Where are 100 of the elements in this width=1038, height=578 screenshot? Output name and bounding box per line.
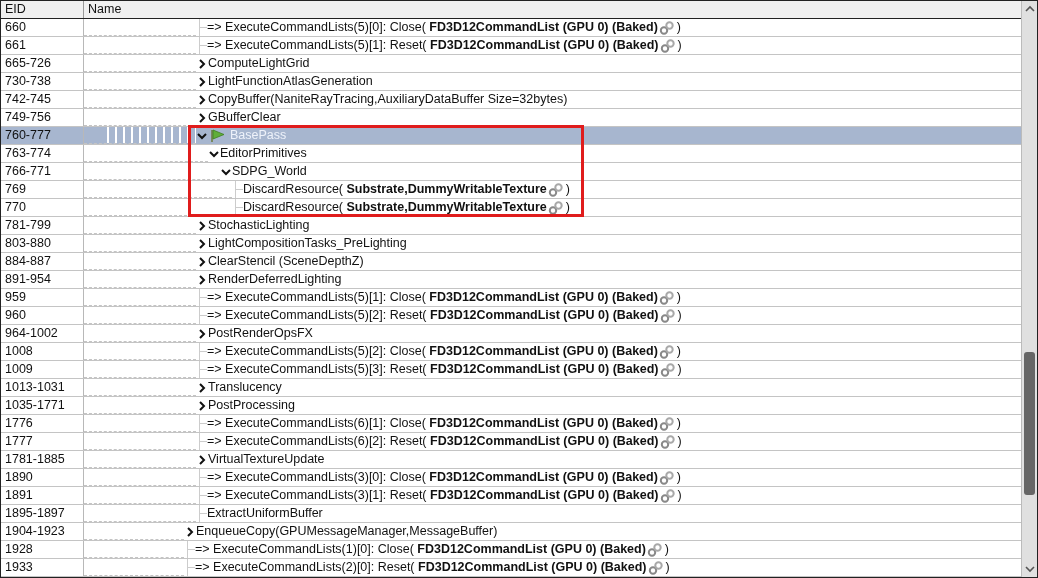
chain-link-icon[interactable]	[658, 416, 675, 431]
closing-paren: )	[676, 415, 681, 432]
chain-link-icon[interactable]	[658, 20, 675, 35]
tree-row[interactable]: 769 DiscardResource( Substrate,DummyWritableTexture )	[1, 181, 1021, 199]
chain-link-icon[interactable]	[658, 290, 675, 305]
closing-paren: )	[676, 343, 681, 360]
chevron-right-icon[interactable]	[196, 327, 208, 340]
scrollbar[interactable]	[1021, 1, 1037, 577]
tree-row[interactable]: 803-880 LightCompositionTasks_PreLighting	[1, 235, 1021, 253]
event-name: StochasticLighting	[208, 217, 310, 234]
tree-row[interactable]: 1904-1923 EnqueueCopy(GPUMessageManager,MessageBuffer)	[1, 523, 1021, 541]
chevron-right-icon[interactable]	[196, 453, 208, 466]
tree-row[interactable]: 891-954 RenderDeferredLighting	[1, 271, 1021, 289]
event-name: SDPG_World	[232, 163, 307, 180]
tree-row[interactable]: 1777 => ExecuteCommandLists(6)[2]: Reset( FD3D12CommandList (GPU 0) (Baked) )	[1, 433, 1021, 451]
event-name: CopyBuffer(NaniteRayTracing,AuxiliaryDataBuffer Size=32bytes)	[208, 91, 568, 108]
chain-link-icon[interactable]	[659, 488, 676, 503]
chain-link-icon[interactable]	[658, 344, 675, 359]
chain-link-icon[interactable]	[547, 200, 564, 215]
closing-paren: )	[677, 37, 682, 54]
column-header[interactable]: EID	[1, 1, 84, 18]
event-name: VirtualTextureUpdate	[208, 451, 325, 468]
chain-link-icon[interactable]	[658, 470, 675, 485]
event-name: PostProcessing	[208, 397, 295, 414]
event-name: => ExecuteCommandLists(5)[1]: Close( FD3D12CommandList (GPU 0) (Baked)	[207, 289, 658, 306]
column-header[interactable]: Name	[84, 1, 1021, 18]
chevron-right-icon[interactable]	[196, 273, 208, 286]
event-name: => ExecuteCommandLists(6)[1]: Close( FD3D12CommandList (GPU 0) (Baked)	[207, 415, 658, 432]
tree-row[interactable]: 1035-1771 PostProcessing	[1, 397, 1021, 415]
tree-row[interactable]: 1890 => ExecuteCommandLists(3)[0]: Close( FD3D12CommandList (GPU 0) (Baked) )	[1, 469, 1021, 487]
tree-row[interactable]: 1933 => ExecuteCommandLists(2)[0]: Reset( FD3D12CommandList (GPU 0) (Baked) )	[1, 559, 1021, 577]
tree-row[interactable]: 959 => ExecuteCommandLists(5)[1]: Close( FD3D12CommandList (GPU 0) (Baked) )	[1, 289, 1021, 307]
tree-row[interactable]: 1891 => ExecuteCommandLists(3)[1]: Reset( FD3D12CommandList (GPU 0) (Baked) )	[1, 487, 1021, 505]
chevron-right-icon[interactable]	[196, 255, 208, 268]
chevron-right-icon[interactable]	[196, 399, 208, 412]
event-name: => ExecuteCommandLists(6)[2]: Reset( FD3D12CommandList (GPU 0) (Baked)	[207, 433, 659, 450]
closing-paren: )	[665, 559, 670, 576]
event-name: DiscardResource( Substrate,DummyWritableTexture	[243, 181, 547, 198]
tree-row[interactable]: 1008 => ExecuteCommandLists(5)[2]: Close( FD3D12CommandList (GPU 0) (Baked) )	[1, 343, 1021, 361]
chain-link-icon[interactable]	[547, 182, 564, 197]
tree-row[interactable]: 742-745 CopyBuffer(NaniteRayTracing,AuxiliaryDataBuffer Size=32bytes)	[1, 91, 1021, 109]
closing-paren: )	[677, 307, 682, 324]
chevron-right-icon[interactable]	[196, 93, 208, 106]
event-name: => ExecuteCommandLists(5)[2]: Reset( FD3D12CommandList (GPU 0) (Baked)	[207, 307, 659, 324]
scroll-up-icon[interactable]	[1023, 5, 1036, 13]
chevron-right-icon[interactable]	[196, 111, 208, 124]
chevron-right-icon[interactable]	[196, 57, 208, 70]
event-name: LightFunctionAtlasGeneration	[208, 73, 373, 90]
event-name: ComputeLightGrid	[208, 55, 310, 72]
tree-row[interactable]: 766-771 SDPG_World	[1, 163, 1021, 181]
tree-row[interactable]: 1013-1031 Translucency	[1, 379, 1021, 397]
closing-paren: )	[676, 289, 681, 306]
tree-row[interactable]: 1009 => ExecuteCommandLists(5)[3]: Reset( FD3D12CommandList (GPU 0) (Baked) )	[1, 361, 1021, 379]
tree-row[interactable]: 781-799 StochasticLighting	[1, 217, 1021, 235]
event-name: ExtractUniformBuffer	[207, 505, 323, 522]
tree-row[interactable]: 660 => ExecuteCommandLists(5)[0]: Close( FD3D12CommandList (GPU 0) (Baked) )	[1, 19, 1021, 37]
tree-row[interactable]: 964-1002 PostRenderOpsFX	[1, 325, 1021, 343]
tree-row[interactable]: 1895-1897 ExtractUniformBuffer	[1, 505, 1021, 523]
closing-paren: )	[565, 199, 570, 216]
closing-paren: )	[664, 541, 669, 558]
event-name: => ExecuteCommandLists(2)[0]: Reset( FD3D12CommandList (GPU 0) (Baked)	[195, 559, 647, 576]
eid-cell: 760-777	[1, 127, 84, 144]
tree-row[interactable]: 960 => ExecuteCommandLists(5)[2]: Reset( FD3D12CommandList (GPU 0) (Baked) )	[1, 307, 1021, 325]
tree-row[interactable]: 1928 => ExecuteCommandLists(1)[0]: Close( FD3D12CommandList (GPU 0) (Baked) )	[1, 541, 1021, 559]
closing-paren: )	[677, 361, 682, 378]
tree-row[interactable]: 760-777 BasePass	[1, 127, 1021, 145]
tree-row[interactable]: 1781-1885 VirtualTextureUpdate	[1, 451, 1021, 469]
event-name: BasePass	[230, 127, 287, 144]
scroll-down-icon[interactable]	[1023, 565, 1036, 573]
tree-row[interactable]: 665-726 ComputeLightGrid	[1, 55, 1021, 73]
event-name: DiscardResource( Substrate,DummyWritableTexture	[243, 199, 547, 216]
event-name: => ExecuteCommandLists(5)[3]: Reset( FD3D12CommandList (GPU 0) (Baked)	[207, 361, 659, 378]
chevron-right-icon[interactable]	[196, 75, 208, 88]
event-name: PostRenderOpsFX	[208, 325, 313, 342]
tree-row[interactable]: 730-738 LightFunctionAtlasGeneration	[1, 73, 1021, 91]
chevron-right-icon[interactable]	[184, 525, 196, 538]
tree-row[interactable]: 661 => ExecuteCommandLists(5)[1]: Reset( FD3D12CommandList (GPU 0) (Baked) )	[1, 37, 1021, 55]
closing-paren: )	[677, 433, 682, 450]
tree-row[interactable]: 763-774 EditorPrimitives	[1, 145, 1021, 163]
event-name: => ExecuteCommandLists(5)[1]: Reset( FD3D12CommandList (GPU 0) (Baked)	[207, 37, 659, 54]
event-name: RenderDeferredLighting	[208, 271, 342, 288]
chain-link-icon[interactable]	[659, 362, 676, 377]
chain-link-icon[interactable]	[659, 38, 676, 53]
chain-link-icon[interactable]	[659, 434, 676, 449]
closing-paren: )	[677, 487, 682, 504]
chain-link-icon[interactable]	[647, 560, 664, 575]
closing-paren: )	[676, 19, 681, 36]
chevron-right-icon[interactable]	[196, 219, 208, 232]
chevron-right-icon[interactable]	[196, 381, 208, 394]
chain-link-icon[interactable]	[646, 542, 663, 557]
scrollbar-thumb[interactable]	[1024, 352, 1035, 495]
event-name: => ExecuteCommandLists(5)[0]: Close( FD3D12CommandList (GPU 0) (Baked)	[207, 19, 658, 36]
event-name: ClearStencil (SceneDepthZ)	[208, 253, 364, 270]
chevron-right-icon[interactable]	[196, 237, 208, 250]
tree-row[interactable]: 770 DiscardResource( Substrate,DummyWritableTexture )	[1, 199, 1021, 217]
chain-link-icon[interactable]	[659, 308, 676, 323]
tree-row[interactable]: 884-887 ClearStencil (SceneDepthZ)	[1, 253, 1021, 271]
event-name: GBufferClear	[208, 109, 281, 126]
tree-row[interactable]: 1776 => ExecuteCommandLists(6)[1]: Close( FD3D12CommandList (GPU 0) (Baked) )	[1, 415, 1021, 433]
event-name: LightCompositionTasks_PreLighting	[208, 235, 407, 252]
